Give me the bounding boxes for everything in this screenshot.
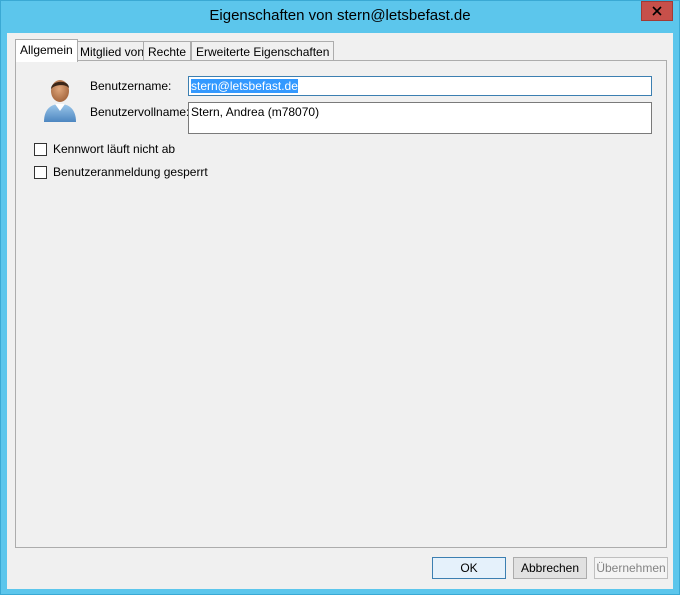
dialog-body: Allgemein Mitglied von Rechte Erweiterte… (7, 33, 673, 589)
username-value: stern@letsbefast.de (191, 79, 298, 93)
password-never-expires-label: Kennwort läuft nicht ab (53, 142, 176, 156)
ok-button[interactable]: OK (432, 557, 506, 579)
login-disabled-checkbox[interactable] (34, 165, 47, 179)
close-button[interactable] (641, 1, 673, 21)
close-icon (652, 6, 662, 16)
username-field[interactable]: stern@letsbefast.de (188, 76, 652, 96)
cancel-button[interactable]: Abbrechen (513, 557, 587, 579)
apply-button: Übernehmen (594, 557, 668, 579)
password-never-expires-checkbox[interactable] (34, 142, 47, 156)
tab-erweiterte-eigenschaften[interactable]: Erweiterte Eigenschaften (191, 41, 335, 61)
fullname-field[interactable]: Stern, Andrea (m78070) (188, 102, 652, 134)
window-title: Eigenschaften von stern@letsbefast.de (209, 7, 471, 24)
tab-rechte[interactable]: Rechte (143, 41, 192, 61)
fullname-value: Stern, Andrea (m78070) (191, 105, 320, 119)
username-label: Benutzername: (90, 79, 172, 93)
tab-mitglied-von[interactable]: Mitglied von (75, 41, 150, 61)
fullname-label: Benutzervollname: (90, 105, 190, 119)
login-disabled-option[interactable]: Benutzeranmeldung gesperrt (34, 164, 208, 180)
user-avatar-icon (44, 80, 76, 122)
tab-allgemein[interactable]: Allgemein (15, 39, 78, 62)
title-bar[interactable]: Eigenschaften von stern@letsbefast.de (1, 1, 679, 33)
tab-panel-allgemein: Benutzername: stern@letsbefast.de Benutz… (15, 60, 667, 548)
password-never-expires-option[interactable]: Kennwort läuft nicht ab (34, 141, 175, 157)
login-disabled-label: Benutzeranmeldung gesperrt (53, 165, 208, 179)
properties-dialog: Eigenschaften von stern@letsbefast.de Al… (0, 0, 680, 595)
